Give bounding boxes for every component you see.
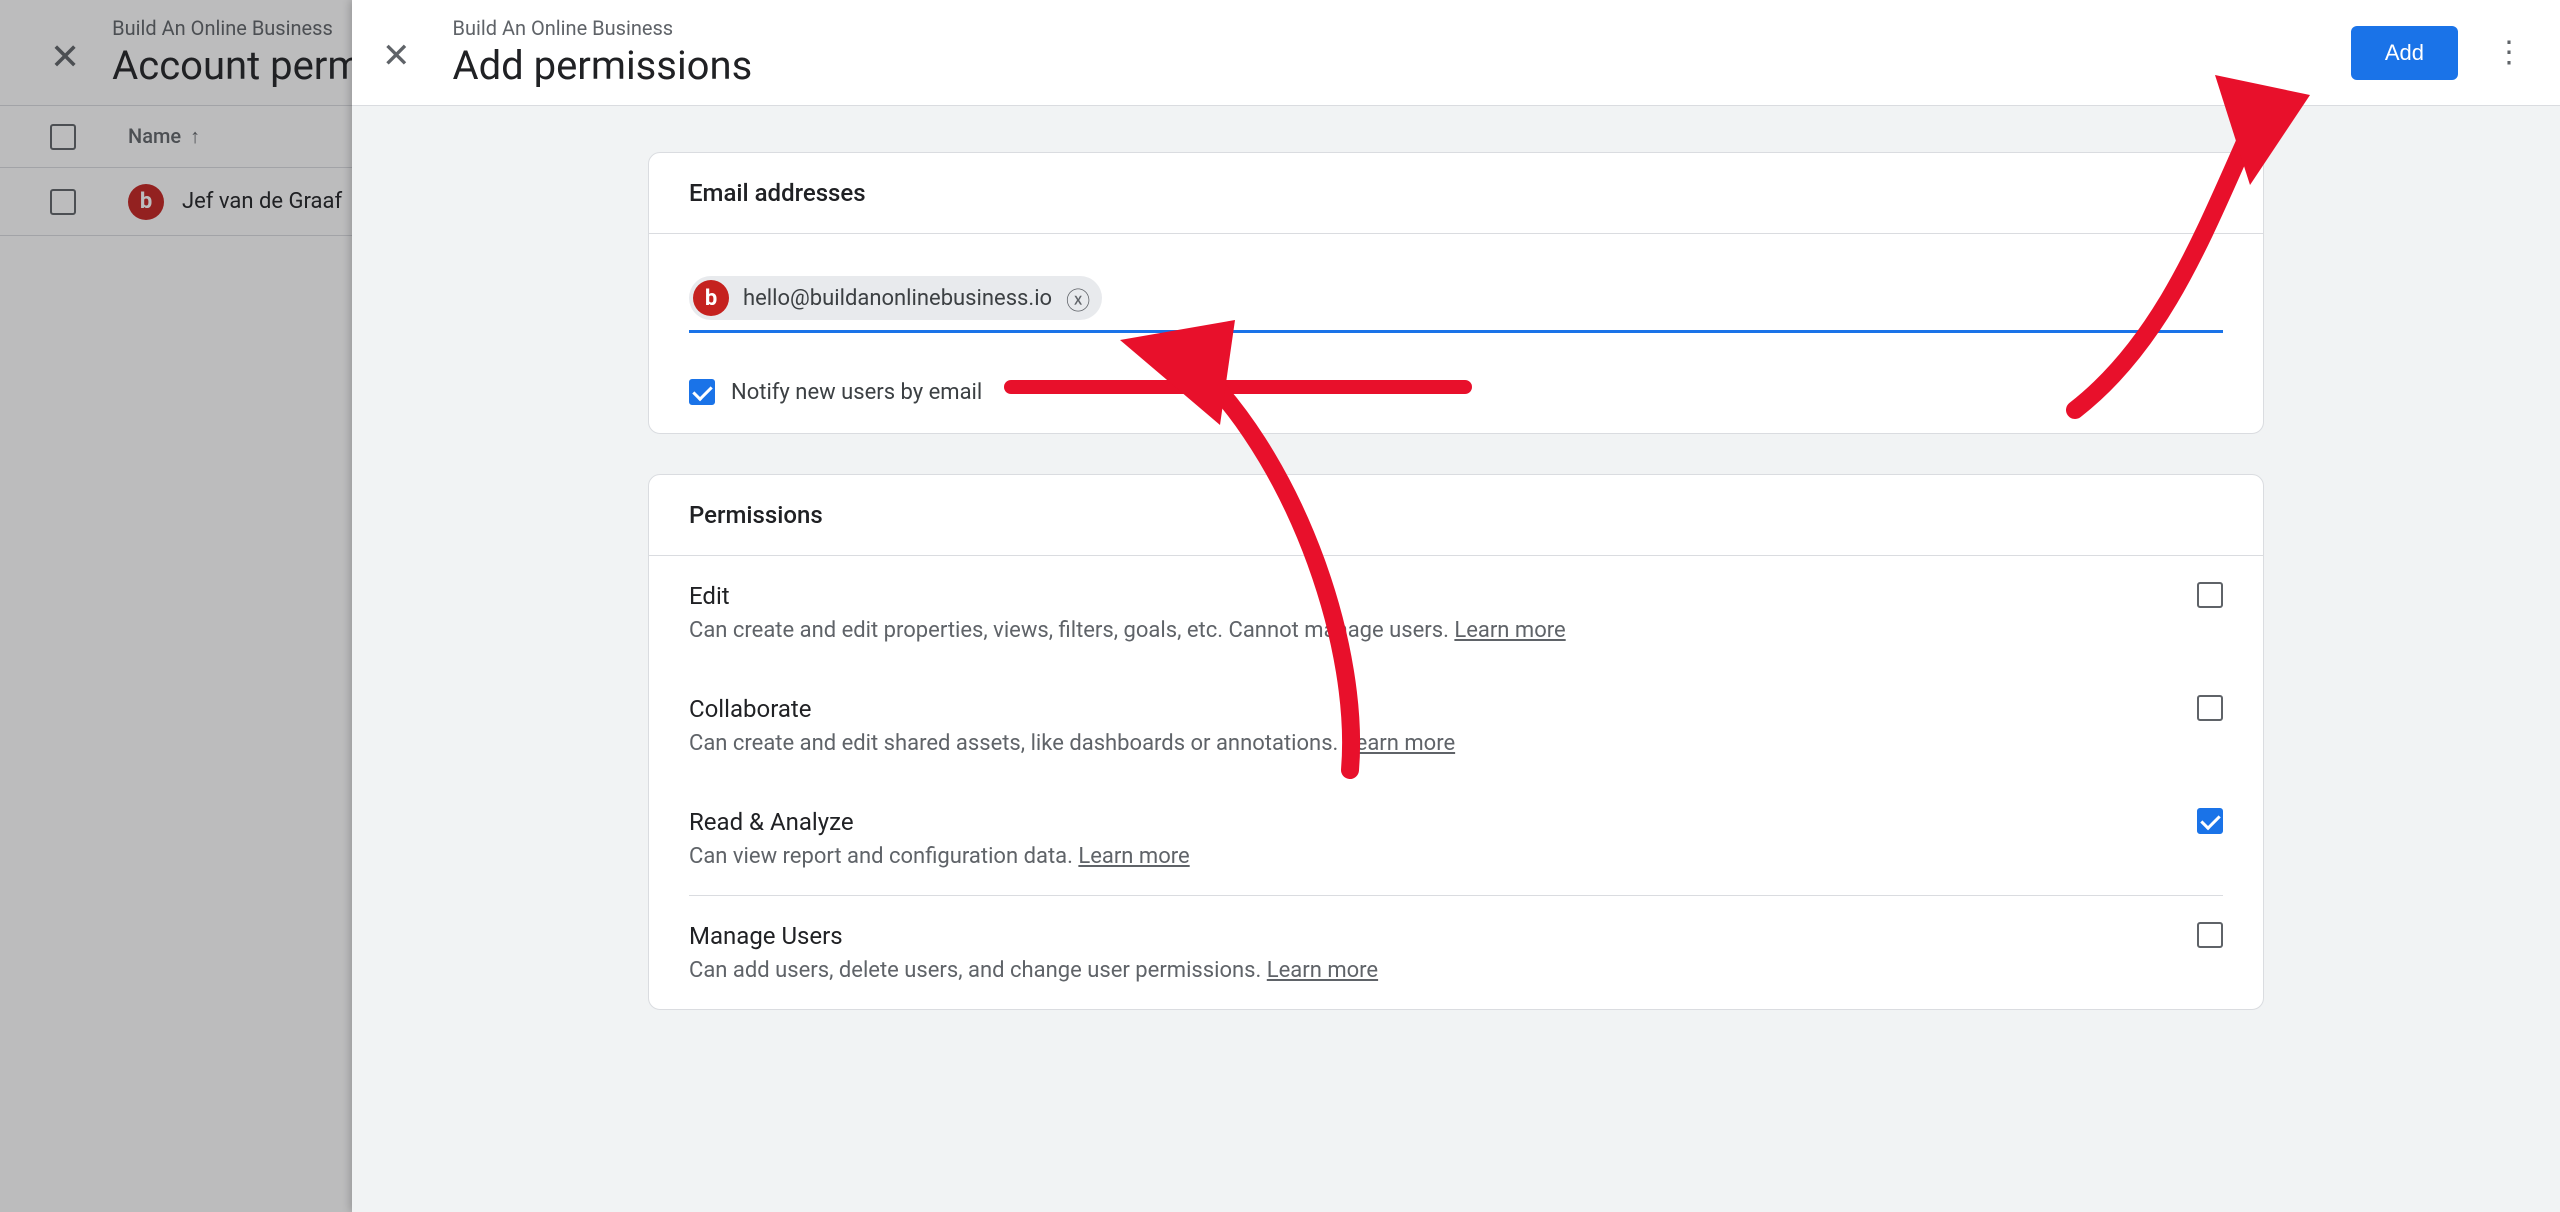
permission-title: Edit: [689, 582, 1566, 610]
add-permissions-panel: ✕ Build An Online Business Add permissio…: [352, 0, 2560, 1212]
permission-checkbox[interactable]: [2197, 582, 2223, 608]
card-header: Email addresses: [649, 153, 2263, 234]
email-chip-field[interactable]: b hello@buildanonlinebusiness.io ⓧ: [689, 276, 2223, 333]
learn-more-link[interactable]: Learn more: [1078, 844, 1189, 869]
learn-more-link[interactable]: Learn more: [1454, 618, 1565, 643]
permission-checkbox[interactable]: [2197, 695, 2223, 721]
permission-title: Manage Users: [689, 922, 1378, 950]
permission-checkbox[interactable]: [2197, 808, 2223, 834]
more-vert-icon[interactable]: ⋮: [2488, 29, 2530, 76]
permission-row[interactable]: Edit Can create and edit properties, vie…: [649, 556, 2263, 669]
permission-desc: Can view report and configuration data. …: [689, 844, 1190, 869]
breadcrumb: Build An Online Business: [453, 16, 2351, 40]
avatar: b: [693, 280, 729, 316]
learn-more-link[interactable]: Learn more: [1344, 731, 1455, 756]
permissions-card: Permissions Edit Can create and edit pro…: [648, 474, 2264, 1010]
notify-checkbox[interactable]: [689, 379, 715, 405]
add-button[interactable]: Add: [2351, 26, 2458, 80]
panel-title: Add permissions: [453, 42, 2351, 89]
permission-row[interactable]: Read & Analyze Can view report and confi…: [649, 782, 2263, 895]
permission-checkbox[interactable]: [2197, 922, 2223, 948]
permission-row[interactable]: Manage Users Can add users, delete users…: [649, 896, 2263, 1009]
email-chip[interactable]: b hello@buildanonlinebusiness.io ⓧ: [689, 276, 1102, 320]
permission-desc: Can create and edit shared assets, like …: [689, 731, 1455, 756]
notify-label: Notify new users by email: [731, 380, 982, 405]
email-addresses-card: Email addresses b hello@buildanonlinebus…: [648, 152, 2264, 434]
notify-row[interactable]: Notify new users by email: [689, 379, 2223, 405]
permission-desc: Can add users, delete users, and change …: [689, 958, 1378, 983]
permission-row[interactable]: Collaborate Can create and edit shared a…: [649, 669, 2263, 782]
permission-title: Read & Analyze: [689, 808, 1190, 836]
email-input[interactable]: [1112, 285, 2223, 311]
card-header: Permissions: [649, 475, 2263, 556]
close-icon[interactable]: ✕: [382, 36, 411, 76]
permission-title: Collaborate: [689, 695, 1455, 723]
permission-desc: Can create and edit properties, views, f…: [689, 618, 1566, 643]
remove-chip-icon[interactable]: ⓧ: [1066, 281, 1090, 316]
email-chip-text: hello@buildanonlinebusiness.io: [743, 286, 1052, 311]
learn-more-link[interactable]: Learn more: [1267, 958, 1378, 983]
